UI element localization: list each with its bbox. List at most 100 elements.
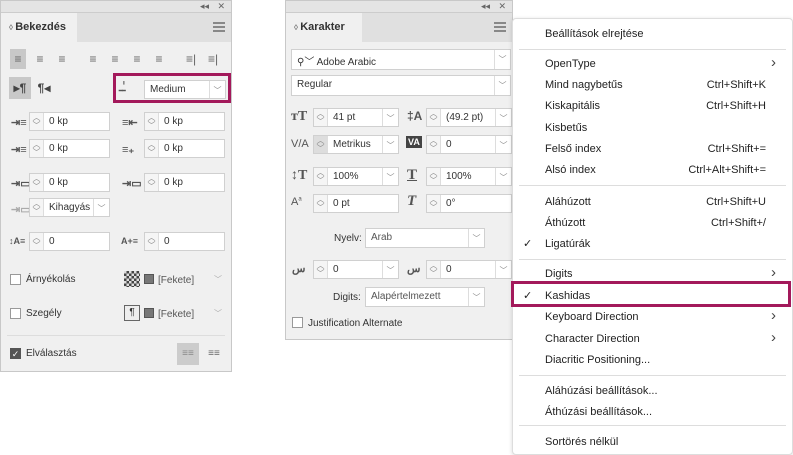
last-line-indent-input[interactable]: 0 kp bbox=[159, 140, 224, 157]
space-before-input[interactable]: 0 kp bbox=[44, 174, 109, 191]
digits-dropdown[interactable]: Alapértelmezett ﹀ bbox=[365, 287, 485, 307]
menu-item-kiskapit-lis[interactable]: Kiskapitális Ctrl+Shift+H bbox=[513, 96, 792, 117]
drop-cap-chars-field[interactable]: ︿ ﹀ 0 bbox=[144, 232, 225, 251]
menu-item-keyboard-direction[interactable]: Keyboard Direction › bbox=[513, 307, 792, 328]
stepper[interactable]: ︿ ﹀ bbox=[314, 136, 328, 153]
chevron-down-icon[interactable]: ﹀ bbox=[214, 274, 222, 285]
tab-paragraph[interactable]: ◊ Bekezdés bbox=[1, 13, 77, 42]
chevron-down-icon[interactable]: ﹀ bbox=[495, 261, 511, 278]
stepper[interactable]: ︿ ﹀ bbox=[30, 174, 44, 191]
shading-checkbox[interactable] bbox=[10, 274, 21, 285]
border-checkbox[interactable] bbox=[10, 308, 21, 319]
diacritic-x-field[interactable]: ︿ ﹀ 0 ﹀ bbox=[313, 260, 399, 279]
justify-center-button[interactable]: ≡ bbox=[107, 49, 123, 69]
leading-field[interactable]: ︿ ﹀ (49.2 pt) ﹀ bbox=[426, 108, 512, 127]
drop-cap-chars-input[interactable]: 0 bbox=[159, 233, 224, 250]
panel-menu-icon[interactable] bbox=[494, 22, 506, 32]
chevron-down-icon[interactable]: ﹀ bbox=[468, 288, 484, 306]
font-style-dropdown[interactable]: Regular ﹀ bbox=[291, 75, 511, 96]
menu-item-ligat-r-k[interactable]: ✓ Ligatúrák bbox=[513, 234, 792, 255]
space-after-field[interactable]: ︿ ﹀ 0 kp bbox=[144, 173, 225, 192]
rtl-direction-button[interactable]: ¶◂ bbox=[33, 77, 55, 99]
align-towards-spine-button[interactable]: ≡| bbox=[183, 49, 199, 69]
justification-alternate-checkbox[interactable] bbox=[292, 317, 303, 328]
language-dropdown[interactable]: Arab ﹀ bbox=[365, 228, 485, 248]
panel-title-bar[interactable]: ◂◂ ✕ bbox=[286, 1, 512, 13]
horizontal-scale-field[interactable]: ︿ ﹀ 100% ﹀ bbox=[426, 167, 512, 186]
diacritic-x-input[interactable]: 0 bbox=[328, 261, 382, 278]
leading-input[interactable]: (49.2 pt) bbox=[441, 109, 495, 126]
menu-item-be-ll-t-sok-elrejt-se[interactable]: Beállítások elrejtése bbox=[513, 24, 792, 45]
stepper[interactable]: ︿ ﹀ bbox=[427, 261, 441, 278]
menu-item-fels-index[interactable]: Felső index Ctrl+Shift+= bbox=[513, 139, 792, 160]
first-line-indent-field[interactable]: ︿ ﹀ 0 kp bbox=[29, 139, 110, 158]
chevron-down-icon[interactable]: ﹀ bbox=[495, 136, 511, 153]
diacritic-y-field[interactable]: ︿ ﹀ 0 ﹀ bbox=[426, 260, 512, 279]
menu-item-sort-r-s-n-lk-l[interactable]: Sortörés nélkül bbox=[513, 432, 792, 453]
shading-settings-icon[interactable] bbox=[124, 271, 140, 287]
stepper[interactable]: ︿ ﹀ bbox=[314, 168, 328, 185]
diacritic-y-input[interactable]: 0 bbox=[441, 261, 495, 278]
chevron-down-icon[interactable]: ﹀ bbox=[468, 229, 484, 247]
chevron-down-icon[interactable]: ﹀ bbox=[494, 50, 510, 69]
menu-item--th-zott[interactable]: Áthúzott Ctrl+Shift+/ bbox=[513, 213, 792, 234]
font-family-dropdown[interactable]: ⚲﹀ Adobe Arabic ﹀ bbox=[291, 49, 511, 70]
chevron-down-icon[interactable]: ﹀ bbox=[494, 76, 510, 95]
menu-item-al-h-zott[interactable]: Aláhúzott Ctrl+Shift+U bbox=[513, 192, 792, 213]
stepper[interactable]: ︿ ﹀ bbox=[427, 168, 441, 185]
justify-all-button[interactable]: ≡ bbox=[151, 49, 167, 69]
stepper[interactable]: ︿ ﹀ bbox=[30, 199, 44, 216]
stepper[interactable]: ︿ ﹀ bbox=[314, 195, 328, 212]
align-left-button[interactable]: ≡ bbox=[10, 49, 26, 69]
left-indent-input[interactable]: 0 kp bbox=[44, 113, 109, 130]
left-indent-field[interactable]: ︿ ﹀ 0 kp bbox=[29, 112, 110, 131]
hyphenation-checkbox[interactable]: ✓ bbox=[10, 348, 21, 359]
font-size-input[interactable]: 41 pt bbox=[328, 109, 382, 126]
panel-menu-icon[interactable] bbox=[213, 22, 225, 32]
align-away-spine-button[interactable]: ≡| bbox=[205, 49, 221, 69]
right-indent-field[interactable]: ︿ ﹀ 0 kp bbox=[144, 112, 225, 131]
menu-item-diacritic-positioning[interactable]: Diacritic Positioning... bbox=[513, 350, 792, 371]
baseline-shift-field[interactable]: ︿ ﹀ 0 pt bbox=[313, 194, 399, 213]
stepper[interactable]: ︿ ﹀ bbox=[30, 140, 44, 157]
space-after-input[interactable]: 0 kp bbox=[159, 174, 224, 191]
close-icon[interactable]: ✕ bbox=[498, 1, 506, 12]
stepper[interactable]: ︿ ﹀ bbox=[30, 233, 44, 250]
single-line-composer-button[interactable]: ≡≡ bbox=[177, 343, 199, 365]
justify-right-button[interactable]: ≡ bbox=[129, 49, 145, 69]
stepper[interactable]: ︿ ﹀ bbox=[314, 261, 328, 278]
chevron-down-icon[interactable]: ﹀ bbox=[93, 199, 109, 216]
panel-title-bar[interactable]: ◂◂ ✕ bbox=[1, 1, 231, 13]
tracking-field[interactable]: ︿ ﹀ 0 ﹀ bbox=[426, 135, 512, 154]
align-right-button[interactable]: ≡ bbox=[54, 49, 70, 69]
font-size-field[interactable]: ︿ ﹀ 41 pt ﹀ bbox=[313, 108, 399, 127]
space-before-field[interactable]: ︿ ﹀ 0 kp bbox=[29, 173, 110, 192]
stepper[interactable]: ︿ ﹀ bbox=[427, 195, 441, 212]
collapse-icon[interactable]: ◂◂ bbox=[200, 1, 209, 12]
stepper[interactable]: ︿ ﹀ bbox=[427, 136, 441, 153]
stepper[interactable]: ︿ ﹀ bbox=[145, 113, 159, 130]
ltr-direction-button[interactable]: ▸¶ bbox=[9, 77, 31, 99]
justify-left-button[interactable]: ≡ bbox=[85, 49, 101, 69]
menu-item-kisbet-s[interactable]: Kisbetűs bbox=[513, 118, 792, 139]
first-line-indent-input[interactable]: 0 kp bbox=[44, 140, 109, 157]
right-indent-input[interactable]: 0 kp bbox=[159, 113, 224, 130]
align-center-button[interactable]: ≡ bbox=[32, 49, 48, 69]
skew-input[interactable]: 0° bbox=[441, 195, 511, 212]
collapse-icon[interactable]: ◂◂ bbox=[481, 1, 490, 12]
drop-cap-lines-input[interactable]: 0 bbox=[44, 233, 109, 250]
stepper[interactable]: ︿ ﹀ bbox=[145, 233, 159, 250]
menu-item-mind-nagybet-s[interactable]: Mind nagybetűs Ctrl+Shift+K bbox=[513, 75, 792, 96]
horizontal-scale-input[interactable]: 100% bbox=[441, 168, 495, 185]
chevron-down-icon[interactable]: ﹀ bbox=[495, 168, 511, 185]
shading-color-dropdown[interactable]: [Fekete] ﹀ bbox=[144, 269, 226, 291]
paragraph-composer-button[interactable]: ≡≡ bbox=[203, 343, 225, 365]
vertical-scale-field[interactable]: ︿ ﹀ 100% ﹀ bbox=[313, 167, 399, 186]
tab-character[interactable]: ◊ Karakter bbox=[286, 13, 362, 42]
menu-item-al-h-z-si-be-ll-t-sok[interactable]: Aláhúzási beállítások... bbox=[513, 381, 792, 402]
skew-field[interactable]: ︿ ﹀ 0° bbox=[426, 194, 512, 213]
stepper[interactable]: ︿ ﹀ bbox=[30, 113, 44, 130]
last-line-indent-field[interactable]: ︿ ﹀ 0 kp bbox=[144, 139, 225, 158]
chevron-down-icon[interactable]: ﹀ bbox=[382, 109, 398, 126]
kerning-input[interactable]: Metrikus bbox=[328, 136, 382, 153]
